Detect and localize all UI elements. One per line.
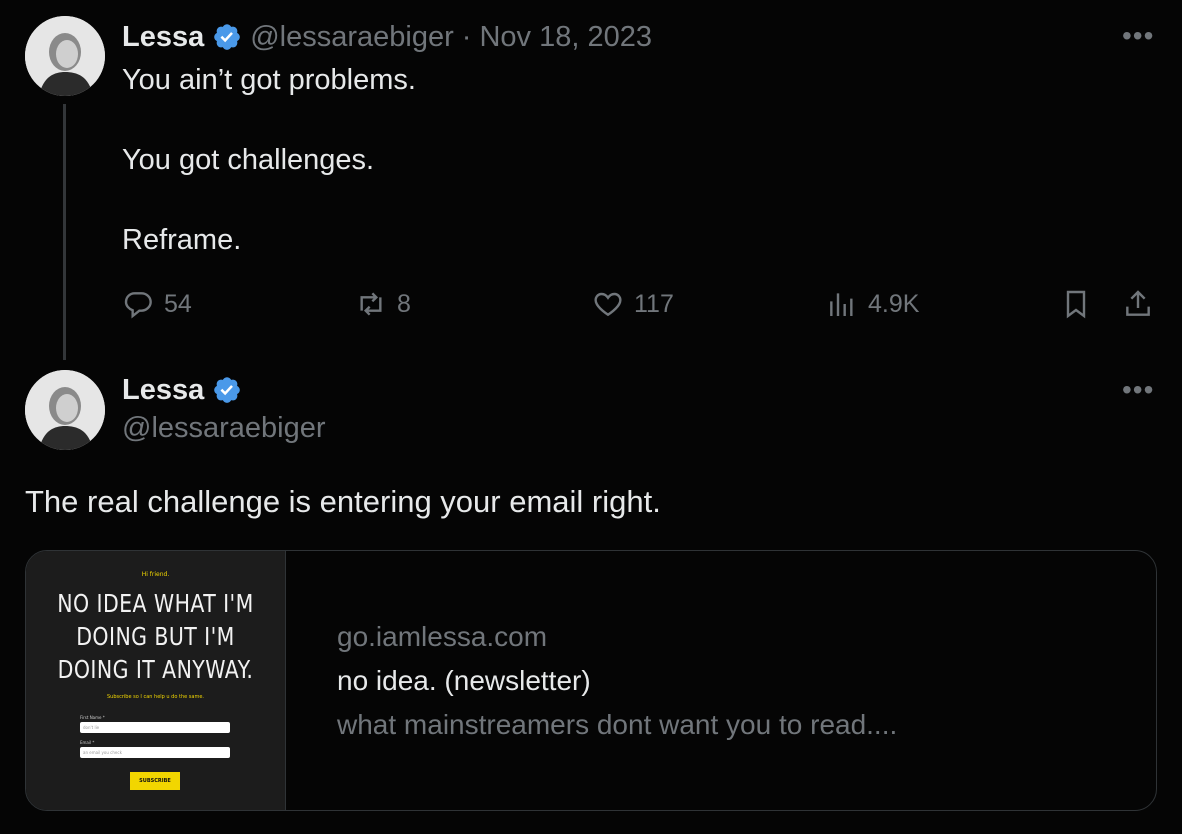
link-card-domain: go.iamlessa.com	[337, 621, 548, 652]
tweet-line: You got challenges.	[122, 144, 375, 176]
repost-icon	[360, 292, 382, 316]
link-card-title: no idea. (newsletter)	[337, 665, 591, 696]
reply-icon	[124, 292, 152, 319]
repost-button[interactable]: 8	[355, 288, 411, 320]
heart-icon	[594, 292, 622, 317]
tweet1-header: Lessa @lessaraebiger · Nov 18, 2023	[122, 19, 652, 55]
author-name[interactable]: Lessa	[122, 21, 204, 54]
view-count: 4.9K	[868, 289, 920, 318]
avatar-photo	[25, 370, 105, 450]
author-name[interactable]: Lessa	[122, 374, 204, 407]
thumb-headline-line: DOING BUT I'M	[76, 622, 235, 651]
bookmark-icon	[1066, 290, 1086, 319]
analytics-icon	[830, 293, 853, 316]
like-button[interactable]: 117	[592, 288, 674, 320]
thumb-headline: NO IDEA WHAT I'M DOING BUT I'M DOING IT …	[49, 587, 261, 686]
views-button[interactable]: 4.9K	[826, 288, 919, 320]
share-icon	[1126, 290, 1150, 316]
link-card[interactable]: Hi friend. NO IDEA WHAT I'M DOING BUT I'…	[25, 550, 1157, 811]
link-card-thumbnail: Hi friend. NO IDEA WHAT I'M DOING BUT I'…	[26, 551, 286, 810]
thumb-subscribe-button: SUBSCRIBE	[130, 772, 180, 790]
avatar[interactable]	[25, 370, 105, 450]
author-handle[interactable]: @lessaraebiger	[250, 21, 454, 54]
tweet-line: Reframe.	[122, 224, 242, 256]
avatar[interactable]	[25, 16, 105, 96]
share-button[interactable]	[1122, 288, 1154, 320]
thumb-email-input: an email you check	[80, 747, 230, 758]
thumb-greeting: Hi friend.	[141, 571, 170, 578]
separator-dot: ·	[461, 20, 472, 53]
thumb-headline-line: NO IDEA WHAT I'M	[57, 589, 254, 618]
verified-badge-icon[interactable]	[212, 375, 242, 405]
reply-count: 54	[164, 289, 192, 318]
tweet2-text: The real challenge is entering your emai…	[25, 484, 661, 519]
avatar-photo	[25, 16, 105, 96]
tweet1-text: You ain’t got problems. You got challeng…	[122, 60, 416, 260]
thumb-subtext: Subscribe so I can help u do the same.	[106, 694, 205, 700]
link-card-description: what mainstreamers dont want you to read…	[337, 709, 898, 740]
tweet-line: You ain’t got problems.	[122, 64, 416, 96]
thread-line	[63, 104, 66, 360]
tweet2-header: Lessa	[122, 372, 242, 408]
thumb-first-name-input: don't lie	[80, 722, 230, 733]
thumb-first-name-label: First Name *	[80, 715, 105, 720]
repost-count: 8	[397, 289, 411, 318]
like-count: 117	[634, 289, 674, 318]
thumb-headline-line: DOING IT ANYWAY.	[57, 655, 254, 684]
more-options-icon[interactable]: •••	[1122, 374, 1154, 406]
bookmark-button[interactable]	[1060, 288, 1092, 320]
author-handle[interactable]: @lessaraebiger	[122, 412, 326, 445]
verified-badge-icon[interactable]	[212, 22, 242, 52]
thumb-email-label: Email *	[80, 740, 95, 745]
more-options-icon[interactable]: •••	[1122, 20, 1154, 52]
tweet-date[interactable]: Nov 18, 2023	[479, 21, 652, 54]
reply-button[interactable]: 54	[122, 288, 192, 320]
